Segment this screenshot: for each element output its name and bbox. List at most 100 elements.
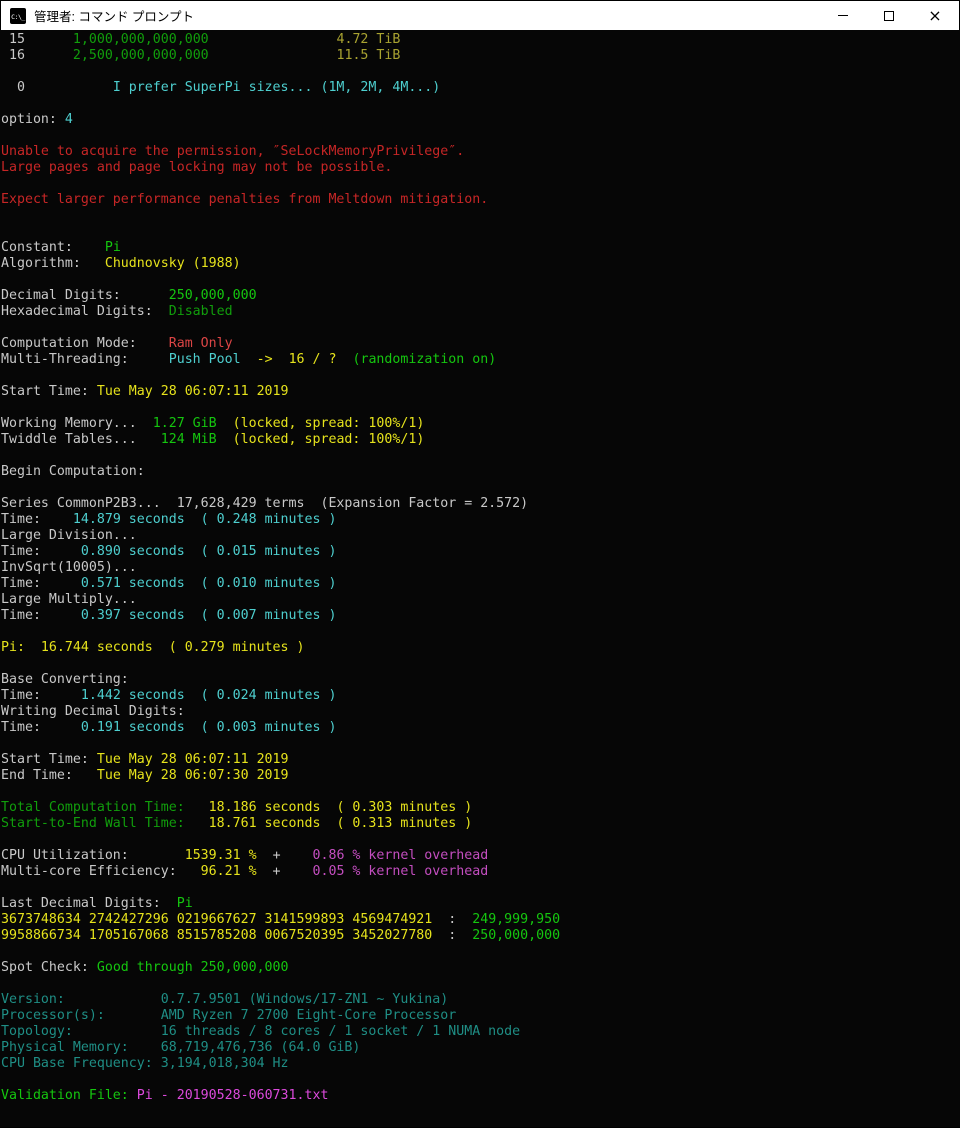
text-segment: (randomization on) (352, 352, 496, 367)
console-line: Start Time: Tue May 28 06:07:11 2019 (1, 752, 960, 768)
text-segment: 1539.31 % (185, 848, 257, 863)
text-segment: Time: (1, 512, 73, 527)
text-segment: Push Pool (169, 352, 241, 367)
console-line (1, 208, 960, 224)
text-segment: Start-to-End Wall Time: (1, 816, 209, 831)
text-segment: Time: (1, 544, 81, 559)
window-controls: × (820, 1, 958, 30)
text-segment: + (257, 864, 313, 879)
text-segment: Tue May 28 06:07:11 2019 (97, 384, 289, 399)
text-segment: Good through 250,000,000 (97, 960, 289, 975)
minimize-button[interactable] (820, 1, 866, 30)
console-output[interactable]: 15 1,000,000,000,000 4.72 TiB 16 2,500,0… (0, 30, 960, 1127)
text-segment: Disabled (169, 304, 233, 319)
console-line (1, 784, 960, 800)
text-segment: Time: (1, 576, 81, 591)
console-line: Large pages and page locking may not be … (1, 160, 960, 176)
text-segment: 96.21 % (201, 864, 257, 879)
minimize-icon (838, 15, 848, 16)
text-segment: (locked, spread: 100%/1) (233, 432, 425, 447)
text-segment: (locked, spread: 100%/1) (233, 416, 425, 431)
text-segment (273, 352, 289, 367)
text-segment: Multi-core Efficiency: (1, 864, 201, 879)
titlebar[interactable]: C:\_ 管理者: コマンド プロンプト × (0, 0, 960, 30)
text-segment (209, 32, 337, 47)
text-segment: 18.761 seconds ( 0.313 minutes ) (209, 816, 473, 831)
console-line (1, 128, 960, 144)
text-segment: 11.5 TiB (336, 48, 400, 63)
console-line (1, 832, 960, 848)
text-segment: 16 / ? (289, 352, 337, 367)
console-line: 15 1,000,000,000,000 4.72 TiB (1, 32, 960, 48)
text-segment: Processor(s): AMD Ryzen 7 2700 Eight-Cor… (1, 1008, 456, 1023)
console-line: Last Decimal Digits: Pi (1, 896, 960, 912)
text-segment: Writing Decimal Digits: (1, 704, 185, 719)
text-segment: CPU Base Frequency: 3,194,018,304 Hz (1, 1056, 289, 1071)
text-segment (209, 48, 337, 63)
console-line: Writing Decimal Digits: (1, 704, 960, 720)
text-segment (217, 416, 233, 431)
console-line (1, 480, 960, 496)
text-segment (336, 352, 352, 367)
console-line (1, 176, 960, 192)
text-segment: Chudnovsky (1988) (105, 256, 241, 271)
text-segment: 249,999,950 (472, 912, 560, 927)
console-line (1, 368, 960, 384)
text-segment: Algorithm: (1, 256, 105, 271)
console-line: Time: 1.442 seconds ( 0.024 minutes ) (1, 688, 960, 704)
text-segment: 250,000,000 (472, 928, 560, 943)
text-segment: 16 (1, 48, 73, 63)
window-title: 管理者: コマンド プロンプト (34, 6, 194, 25)
text-segment: 0.397 seconds ( 0.007 minutes ) (81, 608, 337, 623)
cmd-icon-text: C:\_ (11, 13, 25, 24)
text-segment: Tue May 28 06:07:30 2019 (97, 768, 289, 783)
maximize-button[interactable] (866, 1, 912, 30)
text-segment: 1,000,000,000,000 (73, 32, 209, 47)
console-line: Total Computation Time: 18.186 seconds (… (1, 800, 960, 816)
console-line (1, 656, 960, 672)
console-line: Decimal Digits: 250,000,000 (1, 288, 960, 304)
text-segment: Large pages and page locking may not be … (1, 160, 392, 175)
console-line: Unable to acquire the permission, ″SeLoc… (1, 144, 960, 160)
console-line: InvSqrt(10005)... (1, 560, 960, 576)
console-line: Large Division... (1, 528, 960, 544)
console-line (1, 272, 960, 288)
text-segment: 15 (1, 32, 73, 47)
console-line (1, 1072, 960, 1088)
console-line (1, 64, 960, 80)
console-line (1, 880, 960, 896)
text-segment: 14.879 seconds ( 0.248 minutes ) (73, 512, 337, 527)
text-segment: : (432, 912, 472, 927)
console-line (1, 1104, 960, 1120)
text-segment: 4.72 TiB (336, 32, 400, 47)
text-segment (241, 352, 257, 367)
text-segment: Ram Only (169, 336, 233, 351)
console-line (1, 96, 960, 112)
console-line: Algorithm: Chudnovsky (1988) (1, 256, 960, 272)
close-button[interactable]: × (912, 1, 958, 30)
console-line: Begin Computation: (1, 464, 960, 480)
maximize-icon (884, 11, 894, 21)
text-segment: CPU Utilization: (1, 848, 185, 863)
console-line: CPU Utilization: 1539.31 % + 0.86 % kern… (1, 848, 960, 864)
text-segment (217, 432, 233, 447)
console-line: Computation Mode: Ram Only (1, 336, 960, 352)
text-segment: Twiddle Tables... (1, 432, 161, 447)
console-line: Constant: Pi (1, 240, 960, 256)
console-line: Start Time: Tue May 28 06:07:11 2019 (1, 384, 960, 400)
console-line: Time: 0.191 seconds ( 0.003 minutes ) (1, 720, 960, 736)
text-segment: Spot Check: (1, 960, 97, 975)
text-segment: Expect larger performance penalties from… (1, 192, 488, 207)
text-segment: Total Computation Time: (1, 800, 209, 815)
text-segment: End Time: (1, 768, 97, 783)
console-line: Hexadecimal Digits: Disabled (1, 304, 960, 320)
console-line: Time: 0.397 seconds ( 0.007 minutes ) (1, 608, 960, 624)
console-line: Expect larger performance penalties from… (1, 192, 960, 208)
text-segment: 4 (65, 112, 73, 127)
cmd-icon[interactable]: C:\_ (10, 8, 26, 24)
text-segment: Pi: 16.744 seconds ( 0.279 minutes ) (1, 640, 305, 655)
text-segment: Last Decimal Digits: (1, 896, 177, 911)
text-segment: Pi - 20190528-060731.txt (137, 1088, 329, 1103)
text-segment: 0.191 seconds ( 0.003 minutes ) (81, 720, 337, 735)
console-line: 16 2,500,000,000,000 11.5 TiB (1, 48, 960, 64)
